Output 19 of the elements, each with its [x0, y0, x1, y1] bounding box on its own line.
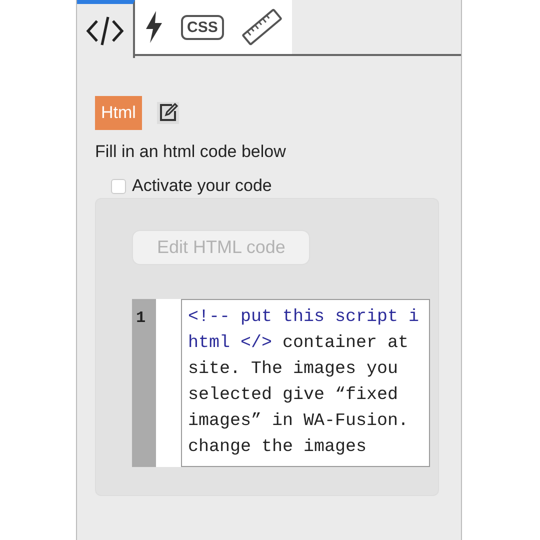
lightning-icon: [143, 10, 165, 44]
code-editor[interactable]: <!-- put this script i html </> container at site. The images you selected give “fixed images” in WA-Fusion. change the images: [181, 299, 430, 467]
tab[interactable]: [232, 0, 292, 54]
tab[interactable]: [77, 0, 135, 58]
checkbox-label: Activate your code: [132, 176, 272, 196]
edit-icon[interactable]: [156, 101, 180, 125]
html-badge: Html: [95, 96, 142, 130]
tab[interactable]: [135, 0, 173, 54]
code-line: selected give “fixed: [188, 384, 400, 407]
code-line: site. The images you: [188, 358, 400, 381]
code-line: change the images: [188, 436, 368, 459]
line-number: 1: [132, 299, 156, 467]
code-icon: [85, 14, 125, 48]
code-line: html </> container at: [188, 332, 410, 355]
instruction-text: Fill in an html code below: [95, 142, 287, 162]
tab[interactable]: CSS: [173, 0, 232, 54]
activate-checkbox[interactable]: [111, 178, 126, 194]
code-line: images” in WA-Fusion.: [188, 410, 410, 433]
code-line: <!-- put this script i: [188, 306, 420, 329]
